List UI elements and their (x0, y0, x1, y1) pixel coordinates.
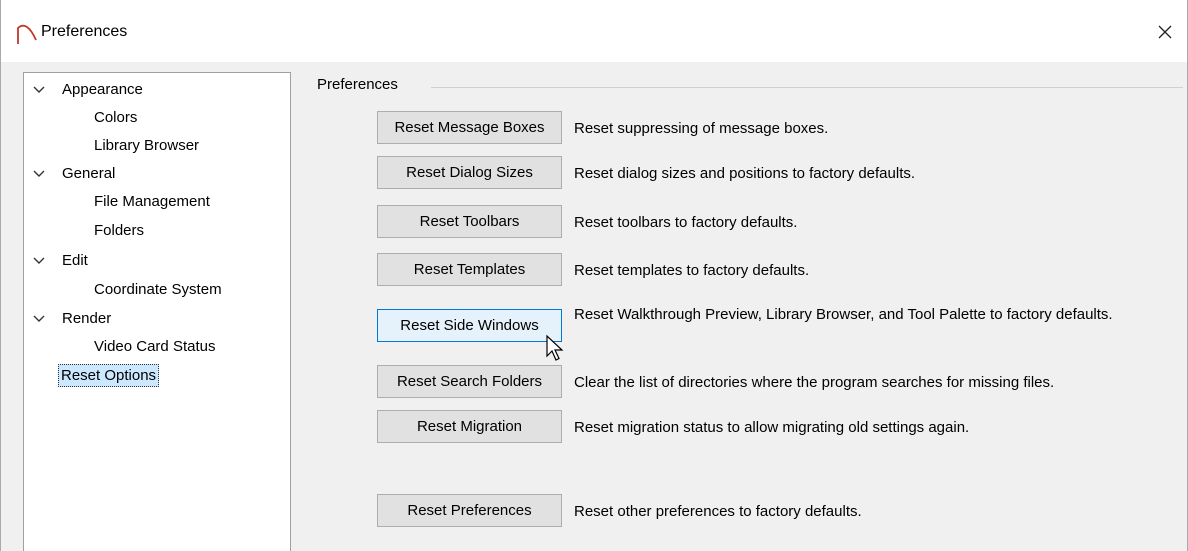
tree-item-label: Render (62, 310, 112, 327)
reset-toolbars-button[interactable]: Reset Toolbars (377, 205, 562, 238)
tree-item-label: Colors (94, 109, 138, 126)
tree-item-label: Coordinate System (94, 281, 222, 298)
reset-dialog-sizes-button[interactable]: Reset Dialog Sizes (377, 156, 562, 189)
reset-templates-description: Reset templates to factory defaults. (574, 262, 810, 279)
reset-toolbars-description: Reset toolbars to factory defaults. (574, 214, 798, 231)
tree-item-coordinate-system[interactable]: Coordinate System (94, 278, 222, 302)
reset-templates-button[interactable]: Reset Templates (377, 253, 562, 286)
tree-item-colors[interactable]: Colors (94, 106, 137, 130)
reset-migration-description: Reset migration status to allow migratin… (574, 419, 970, 436)
reset-dialog-sizes-description: Reset dialog sizes and positions to fact… (574, 165, 916, 182)
app-logo-icon (17, 24, 37, 44)
window-title: Preferences (41, 23, 128, 40)
reset-side-windows-button[interactable]: Reset Side Windows (377, 309, 562, 342)
tree-item-video-card-status[interactable]: Video Card Status (94, 335, 215, 359)
group-box-divider (431, 87, 1183, 88)
reset-search-folders-button[interactable]: Reset Search Folders (377, 365, 562, 398)
tree-item-library-browser[interactable]: Library Browser (94, 134, 199, 158)
reset-preferences-description: Reset other preferences to factory defau… (574, 503, 862, 520)
tree-item-label: General (62, 165, 116, 182)
tree-item-label: Library Browser (94, 137, 200, 154)
tree-item-file-management[interactable]: File Management (94, 190, 210, 214)
tree-item-reset-options[interactable]: Reset Options (58, 364, 160, 387)
tree-item-label: Folders (94, 222, 145, 239)
reset-message-boxes-description: Reset suppressing of message boxes. (574, 120, 829, 137)
chevron-down-icon[interactable] (32, 312, 46, 326)
close-button[interactable] (1147, 14, 1183, 50)
title-bar: Preferences (1, 0, 1187, 62)
chevron-down-icon[interactable] (32, 83, 46, 97)
group-box-label: Preferences (317, 76, 398, 93)
tree-item-label: File Management (94, 193, 210, 210)
chevron-down-icon[interactable] (32, 254, 46, 268)
tree-item-label: Reset Options (61, 367, 157, 384)
reset-migration-button[interactable]: Reset Migration (377, 410, 562, 443)
preferences-window: Preferences Appearance Colors Library Br… (0, 0, 1188, 551)
category-tree[interactable]: Appearance Colors Library Browser Genera… (23, 72, 291, 551)
tree-item-label: Edit (62, 252, 88, 269)
chevron-down-icon[interactable] (32, 167, 46, 181)
reset-message-boxes-button[interactable]: Reset Message Boxes (377, 111, 562, 144)
reset-preferences-button[interactable]: Reset Preferences (377, 494, 562, 527)
mouse-pointer-icon (546, 334, 564, 361)
reset-search-folders-description: Clear the list of directories where the … (574, 374, 1055, 391)
close-icon (1158, 25, 1172, 39)
tree-item-label: Video Card Status (94, 338, 216, 355)
tree-item-label: Appearance (62, 81, 143, 98)
tree-item-folders[interactable]: Folders (94, 219, 144, 243)
reset-side-windows-description: Reset Walkthrough Preview, Library Brows… (574, 306, 1113, 323)
